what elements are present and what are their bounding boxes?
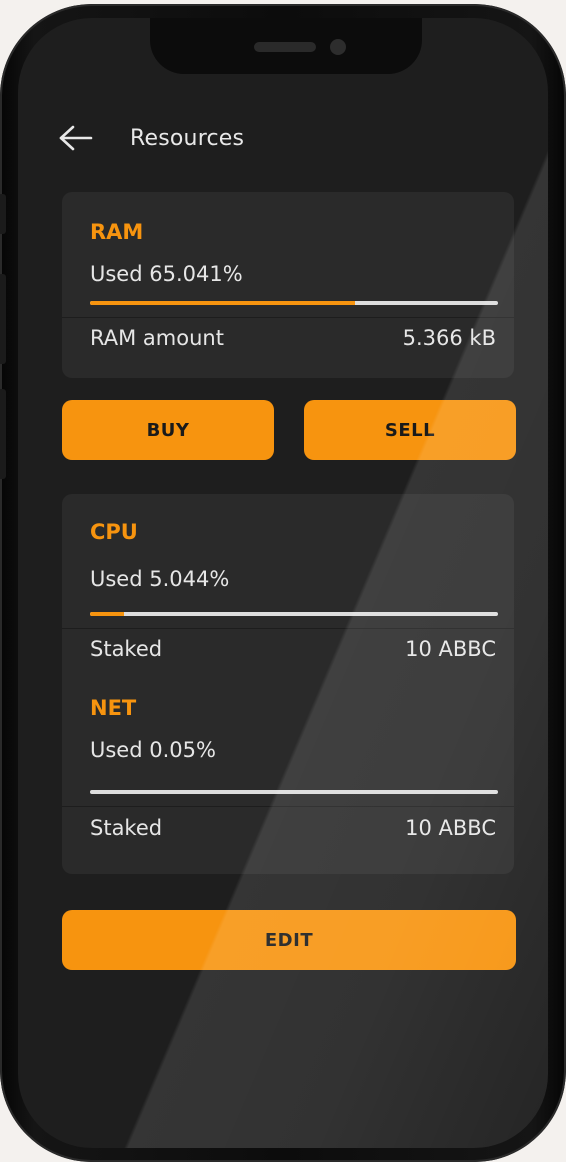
side-button-volume-up [0,274,6,364]
ram-usage-bar [90,301,498,305]
edit-button[interactable]: EDIT [62,910,516,970]
front-camera [330,39,346,55]
side-button-silent [0,194,6,234]
net-divider [62,806,514,807]
side-button-volume-down [0,389,6,479]
app-screen: Resources RAM Used 65.041% RAM amount 5.… [18,18,548,1148]
cpu-used-text: Used 5.044% [90,567,230,591]
phone-frame: Resources RAM Used 65.041% RAM amount 5.… [0,4,566,1162]
ram-amount-value: 5.366 kB [402,326,496,350]
page-title: Resources [130,125,245,151]
cpu-net-card: CPU Used 5.044% Staked 10 ABBC NET Used … [62,494,514,874]
sell-button[interactable]: SELL [304,400,516,460]
ram-amount-label: RAM amount [90,326,224,350]
ram-divider [62,317,514,318]
net-staked-label: Staked [90,816,163,840]
cpu-usage-bar [90,612,498,616]
ram-usage-fill [90,301,355,305]
ram-card: RAM Used 65.041% RAM amount 5.366 kB [62,192,514,378]
cpu-title: CPU [90,520,138,544]
notch [150,18,422,74]
header: Resources [58,118,244,158]
buy-button[interactable]: BUY [62,400,274,460]
cpu-divider [62,628,514,629]
cpu-staked-value: 10 ABBC [405,637,496,661]
speaker-grille [254,42,316,52]
ram-title: RAM [90,220,144,244]
arrow-left-icon[interactable] [58,124,94,152]
net-used-text: Used 0.05% [90,738,216,762]
ram-used-text: Used 65.041% [90,262,243,286]
net-title: NET [90,696,137,720]
net-staked-value: 10 ABBC [405,816,496,840]
cpu-usage-fill [90,612,124,616]
net-usage-bar [90,790,498,794]
cpu-staked-label: Staked [90,637,163,661]
